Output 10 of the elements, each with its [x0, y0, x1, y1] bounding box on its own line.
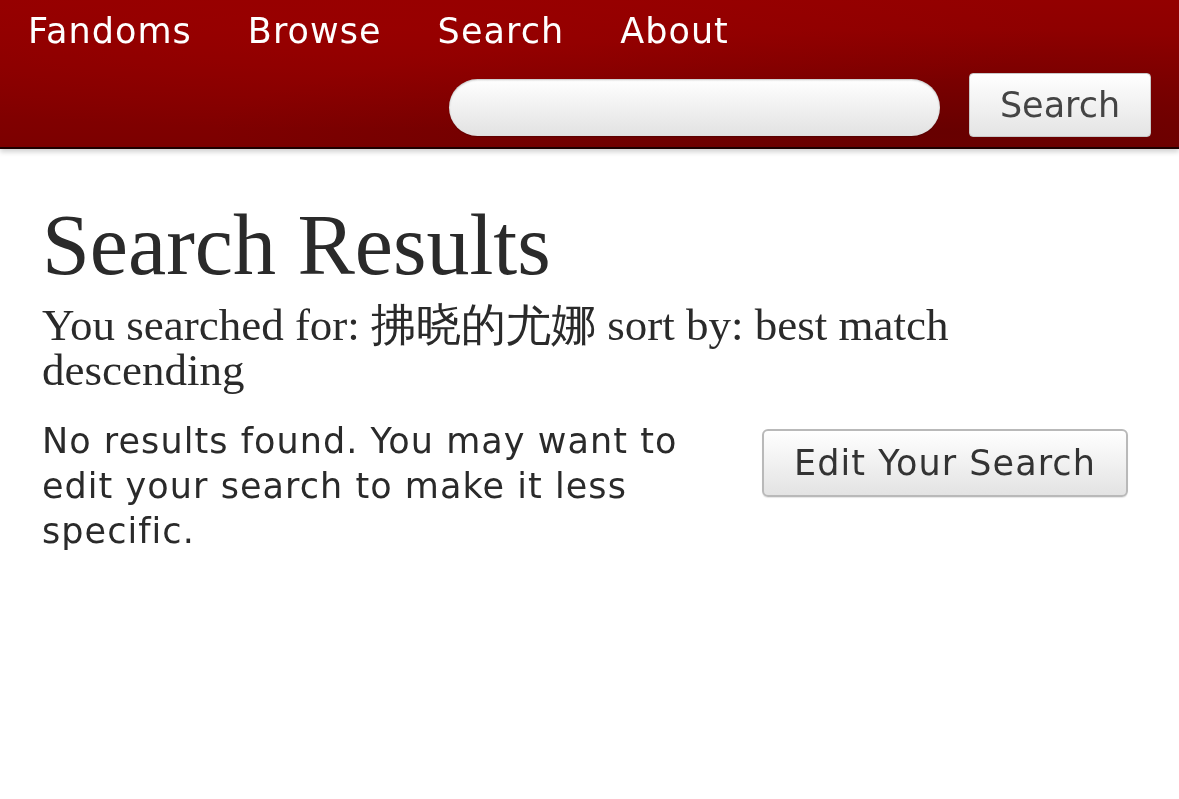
nav-link[interactable]: Fandoms	[28, 9, 192, 53]
no-results-message: No results found. You may want to edit your search to make it less specific.	[42, 420, 679, 553]
search-button[interactable]: Search	[969, 73, 1151, 137]
nav-link[interactable]: About	[620, 9, 729, 53]
edit-search-button[interactable]: Edit Your Search	[762, 429, 1128, 497]
query-summary: You searched for: 拂晓的尤娜 sort by: best match descending	[42, 303, 950, 393]
page-title: Search Results	[42, 197, 552, 293]
nav-link[interactable]: Browse	[247, 9, 382, 53]
nav-link[interactable]: Search	[437, 9, 565, 53]
search-field[interactable]	[449, 78, 940, 136]
